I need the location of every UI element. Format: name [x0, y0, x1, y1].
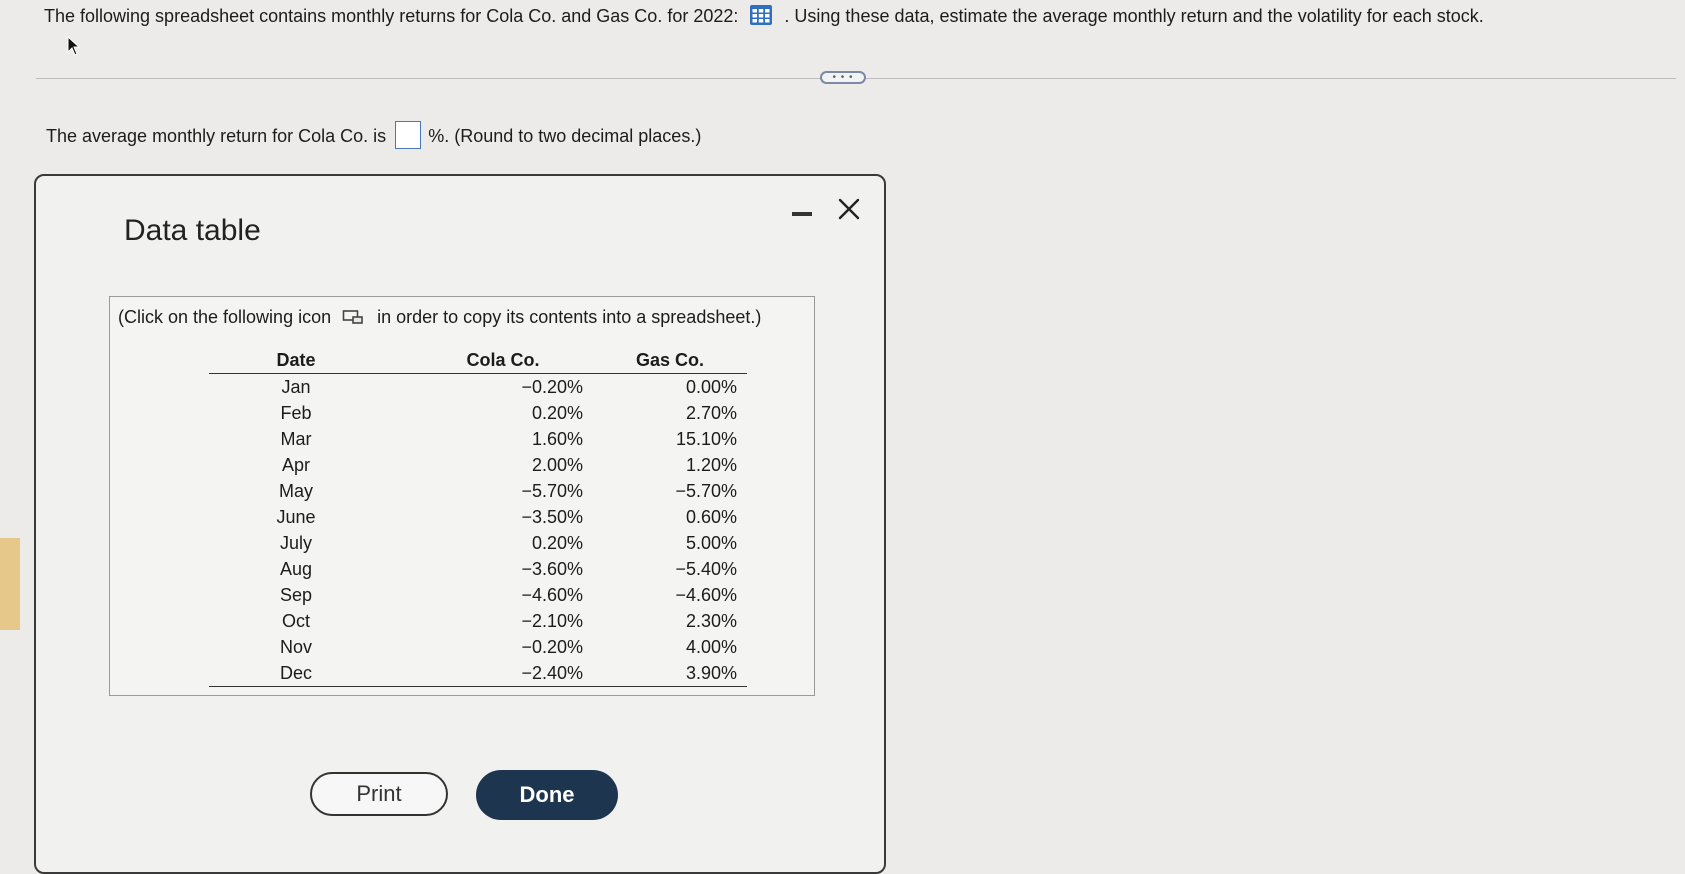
- cell-gas-return: 0.00%: [685, 376, 737, 397]
- cell-date: July: [279, 532, 312, 553]
- cell-cola-return: −3.60%: [521, 558, 583, 579]
- cell-date: Jan: [281, 376, 311, 397]
- table-row: Dec −2.40% 3.90%: [209, 660, 747, 687]
- header-cola-co: Cola Co.: [466, 349, 540, 370]
- answer-prompt: The average monthly return for Cola Co. …: [46, 121, 702, 151]
- cell-cola-return: 2.00%: [531, 454, 583, 475]
- minimize-icon[interactable]: [792, 212, 812, 216]
- close-icon[interactable]: [836, 196, 862, 222]
- question-text-before: The following spreadsheet contains month…: [44, 6, 739, 26]
- table-row: Feb 0.20% 2.70%: [209, 400, 747, 426]
- spreadsheet-grid-icon[interactable]: [749, 4, 773, 26]
- data-table-dialog: Data table (Click on the following icon …: [34, 174, 886, 874]
- cell-gas-return: 1.20%: [685, 454, 737, 475]
- table-row: Jan −0.20% 0.00%: [209, 374, 747, 401]
- cell-gas-return: −4.60%: [675, 584, 737, 605]
- cell-cola-return: −3.50%: [521, 506, 583, 527]
- cell-gas-return: 4.00%: [685, 636, 737, 657]
- cell-date: June: [276, 506, 316, 527]
- table-row: Nov −0.20% 4.00%: [209, 634, 747, 660]
- cell-date: Feb: [280, 402, 312, 423]
- instruction-text-before: (Click on the following icon: [118, 307, 332, 327]
- cell-gas-return: −5.40%: [675, 558, 737, 579]
- done-button[interactable]: Done: [476, 770, 618, 820]
- cell-date: May: [278, 480, 313, 501]
- cell-cola-return: −4.60%: [521, 584, 583, 605]
- cell-date: Dec: [279, 662, 312, 683]
- cell-gas-return: −5.70%: [675, 480, 737, 501]
- table-row: July 0.20% 5.00%: [209, 530, 747, 556]
- table-row: May −5.70% −5.70%: [209, 478, 747, 504]
- table-row: Aug −3.60% −5.40%: [209, 556, 747, 582]
- cell-date: Apr: [281, 454, 310, 475]
- print-button[interactable]: Print: [310, 772, 448, 816]
- cell-gas-return: 0.60%: [685, 506, 737, 527]
- copy-instruction: (Click on the following icon in order to…: [118, 307, 761, 328]
- cell-cola-return: −0.20%: [521, 636, 583, 657]
- table-row: Oct −2.10% 2.30%: [209, 608, 747, 634]
- cell-cola-return: −2.10%: [521, 610, 583, 631]
- question-text: The following spreadsheet contains month…: [44, 4, 1484, 28]
- table-row: Apr 2.00% 1.20%: [209, 452, 747, 478]
- monthly-returns-table: Date Cola Co. Gas Co. Jan −0.20% 0.00% F…: [209, 347, 747, 687]
- header-date: Date: [276, 349, 316, 370]
- cell-gas-return: 2.30%: [685, 610, 737, 631]
- table-header-row: Date Cola Co. Gas Co.: [209, 347, 747, 374]
- cell-cola-return: 0.20%: [531, 532, 583, 553]
- cursor-icon: [67, 36, 81, 56]
- table-row: June −3.50% 0.60%: [209, 504, 747, 530]
- cell-gas-return: 15.10%: [675, 428, 737, 449]
- cell-date: Nov: [279, 636, 312, 657]
- left-accent-bar: [0, 538, 20, 630]
- question-text-after: . Using these data, estimate the average…: [784, 6, 1484, 26]
- cell-cola-return: −5.70%: [521, 480, 583, 501]
- average-return-answer-input[interactable]: [395, 121, 422, 149]
- cell-gas-return: 3.90%: [685, 662, 737, 683]
- prompt-text-after: %. (Round to two decimal places.): [428, 125, 702, 146]
- cell-cola-return: 1.60%: [531, 428, 583, 449]
- table-row: Mar 1.60% 15.10%: [209, 426, 747, 452]
- more-button-label: • • •: [832, 71, 854, 83]
- instruction-text-after: in order to copy its contents into a spr…: [377, 307, 762, 327]
- data-table-panel: (Click on the following icon in order to…: [109, 296, 815, 696]
- cell-date: Oct: [281, 610, 310, 631]
- cell-gas-return: 5.00%: [685, 532, 737, 553]
- cell-cola-return: −0.20%: [521, 376, 583, 397]
- dialog-title: Data table: [124, 214, 261, 247]
- cell-date: Aug: [279, 558, 313, 579]
- cell-cola-return: −2.40%: [521, 662, 583, 683]
- header-gas-co: Gas Co.: [635, 349, 705, 370]
- cell-date: Mar: [280, 428, 312, 449]
- cell-cola-return: 0.20%: [531, 402, 583, 423]
- cell-date: Sep: [279, 584, 313, 605]
- cell-gas-return: 2.70%: [685, 402, 737, 423]
- table-row: Sep −4.60% −4.60%: [209, 582, 747, 608]
- copy-icon[interactable]: [342, 309, 364, 325]
- expand-more-button[interactable]: • • •: [820, 71, 866, 84]
- prompt-text-before: The average monthly return for Cola Co. …: [46, 125, 387, 146]
